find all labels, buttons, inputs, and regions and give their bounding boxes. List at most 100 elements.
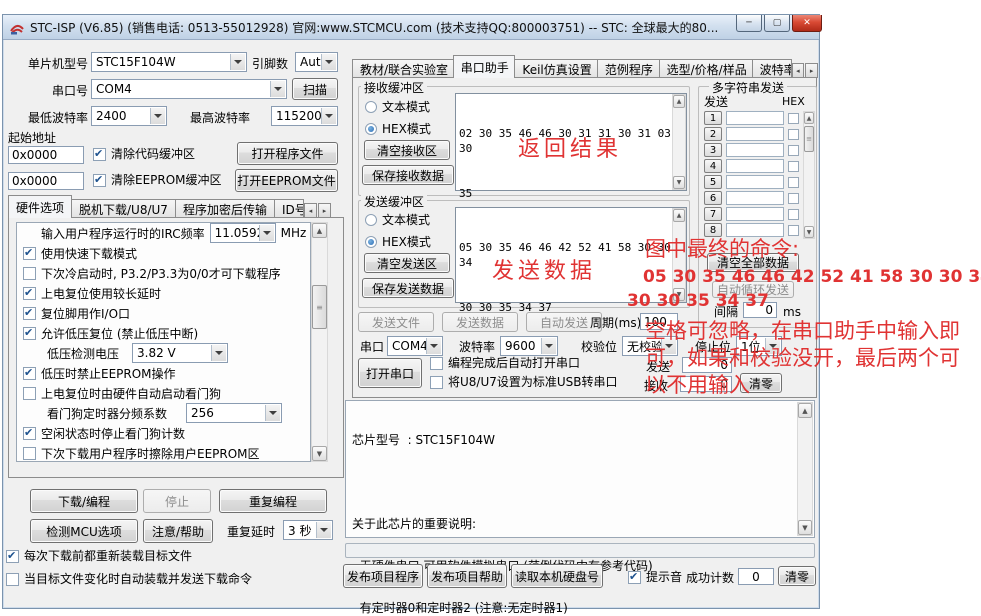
serial-port-select[interactable]: COM4	[91, 79, 287, 99]
chevron-down-icon[interactable]	[426, 338, 441, 354]
checkbox-icon[interactable]	[430, 357, 443, 370]
pin-count-select[interactable]: Auto	[295, 52, 338, 72]
multi-string-input[interactable]	[726, 207, 784, 221]
chevron-down-icon[interactable]	[150, 108, 165, 124]
multi-string-input[interactable]	[726, 111, 784, 125]
receive-text-mode-radio[interactable]: 文本模式	[365, 100, 430, 114]
irc-frequency-select[interactable]: 11.0592	[210, 223, 276, 243]
radio-icon[interactable]	[365, 101, 377, 113]
clear-eeprom-checkbox[interactable]: 清除EEPROM缓冲区	[93, 173, 222, 187]
checkbox-icon[interactable]	[93, 174, 106, 187]
chevron-down-icon[interactable]	[321, 108, 336, 124]
scroll-down-icon[interactable]: ▼	[312, 446, 327, 461]
checkbox-icon[interactable]	[23, 267, 36, 280]
multi-send-button[interactable]: 2	[704, 127, 722, 141]
option-fast-download[interactable]: 使用快速下载模式	[17, 243, 310, 263]
chip-info-scrollbar[interactable]: ▲ ▼	[797, 402, 813, 536]
option-cold-start[interactable]: 下次冷启动时, P3.2/P3.3为0/0才可下载程序	[17, 263, 310, 283]
scroll-up-icon[interactable]: ▲	[673, 209, 685, 222]
multi-string-scrollbar[interactable]: ▲ ≡ ▼	[803, 111, 815, 239]
option-lvr-enable[interactable]: 允许低压复位 (禁止低压中断)	[17, 323, 310, 343]
send-hex-mode-radio[interactable]: HEX模式	[365, 235, 431, 249]
clear-receive-button[interactable]: 清空接收区	[364, 140, 450, 160]
maximize-button[interactable]: ▢	[764, 15, 790, 32]
checkbox-icon[interactable]	[6, 573, 19, 586]
tab-scroll-right-icon[interactable]: ▸	[318, 203, 331, 218]
baud-select[interactable]: 9600	[500, 336, 558, 356]
chevron-down-icon[interactable]	[211, 345, 226, 361]
tab-serial-assistant[interactable]: 串口助手	[453, 55, 516, 78]
scrollbar-thumb[interactable]: ≡	[804, 126, 814, 152]
read-disk-id-button[interactable]: 读取本机硬盘号	[511, 564, 603, 588]
tab-scroll-left-icon[interactable]: ◂	[792, 63, 805, 78]
multi-send-button[interactable]: 5	[704, 175, 722, 189]
open-serial-port-button[interactable]: 打开串口	[358, 358, 422, 388]
repeat-delay-select[interactable]: 3 秒	[283, 520, 333, 540]
option-eeprom-lv-disable[interactable]: 低压时禁止EEPROM操作	[17, 363, 310, 383]
checkbox-icon[interactable]	[23, 307, 36, 320]
tab-id-number[interactable]: ID号	[274, 199, 304, 218]
chevron-down-icon[interactable]	[270, 81, 285, 97]
receive-hex-mode-radio[interactable]: HEX模式	[365, 122, 431, 136]
lvd-voltage-select[interactable]: 3.82 V	[132, 343, 228, 363]
publish-help-button[interactable]: 发布项目帮助	[427, 564, 507, 588]
option-idle-stop-wdt[interactable]: 空闲状态时停止看门狗计数	[17, 423, 310, 443]
save-send-button[interactable]: 保存发送数据	[362, 278, 454, 298]
min-baud-select[interactable]: 2400	[91, 106, 167, 126]
checkbox-icon[interactable]	[23, 247, 36, 260]
multi-send-button[interactable]: 7	[704, 207, 722, 221]
download-program-button[interactable]: 下载/编程	[30, 489, 138, 513]
multi-send-button[interactable]: 3	[704, 143, 722, 157]
checkbox-icon[interactable]	[23, 327, 36, 340]
chevron-down-icon[interactable]	[230, 54, 245, 70]
minimize-button[interactable]: ─	[736, 15, 762, 32]
checkbox-icon[interactable]	[93, 148, 106, 161]
radio-icon[interactable]	[365, 214, 377, 226]
multi-hex-checkbox[interactable]	[788, 161, 799, 172]
multi-string-input[interactable]	[726, 175, 784, 189]
checkbox-icon[interactable]	[23, 287, 36, 300]
tab-baudrate[interactable]: 波特率	[752, 59, 792, 78]
multi-hex-checkbox[interactable]	[788, 113, 799, 124]
chevron-down-icon[interactable]	[265, 405, 280, 421]
publish-program-button[interactable]: 发布项目程序	[343, 564, 423, 588]
multi-send-button[interactable]: 6	[704, 191, 722, 205]
auto-open-port-checkbox[interactable]: 编程完成后自动打开串口	[430, 356, 580, 370]
max-baud-select[interactable]: 115200	[271, 106, 338, 126]
close-button[interactable]: ✕	[792, 15, 822, 32]
scroll-up-icon[interactable]: ▲	[312, 223, 327, 238]
multi-send-button[interactable]: 8	[704, 223, 722, 237]
scrollbar-thumb[interactable]: ≡	[312, 285, 327, 329]
send-file-button[interactable]: 发送文件	[358, 312, 434, 332]
scroll-up-icon[interactable]: ▲	[673, 95, 685, 108]
mcu-model-select[interactable]: STC15F104W	[91, 52, 247, 72]
tab-keil-simulation[interactable]: Keil仿真设置	[514, 59, 597, 78]
title-bar[interactable]: STC-ISP (V6.85) (销售电话: 0513-55012928) 官网…	[3, 15, 819, 40]
scan-button[interactable]: 扫描	[292, 78, 338, 100]
checkbox-icon[interactable]	[23, 387, 36, 400]
stop-button[interactable]: 停止	[143, 489, 211, 513]
multi-hex-checkbox[interactable]	[788, 145, 799, 156]
send-text-mode-radio[interactable]: 文本模式	[365, 213, 430, 227]
code-start-address-input[interactable]	[8, 146, 84, 164]
scroll-down-icon[interactable]: ▼	[804, 226, 814, 238]
checkbox-icon[interactable]	[628, 571, 641, 584]
open-eeprom-file-button[interactable]: 打开EEPROM文件	[235, 169, 338, 192]
chevron-down-icon[interactable]	[259, 225, 274, 241]
autoload-send-checkbox[interactable]: 当目标文件变化时自动装载并发送下载命令	[6, 572, 252, 586]
tab-scroll-left-icon[interactable]: ◂	[304, 203, 317, 218]
radio-icon[interactable]	[365, 236, 377, 248]
multi-string-input[interactable]	[726, 223, 784, 237]
scroll-up-icon[interactable]: ▲	[798, 403, 812, 418]
multi-string-input[interactable]	[726, 143, 784, 157]
open-program-file-button[interactable]: 打开程序文件	[237, 142, 338, 165]
repeat-program-button[interactable]: 重复编程	[219, 489, 327, 513]
scroll-down-icon[interactable]: ▼	[673, 176, 685, 189]
multi-hex-checkbox[interactable]	[788, 177, 799, 188]
scroll-down-icon[interactable]: ▼	[798, 520, 812, 535]
multi-hex-checkbox[interactable]	[788, 193, 799, 204]
tab-offline-download[interactable]: 脱机下载/U8/U7	[71, 199, 176, 218]
tab-example-code[interactable]: 范例程序	[597, 59, 660, 78]
tab-encrypted-transfer[interactable]: 程序加密后传输	[175, 199, 275, 218]
tab-textbook-lab[interactable]: 教材/联合实验室	[352, 59, 454, 78]
